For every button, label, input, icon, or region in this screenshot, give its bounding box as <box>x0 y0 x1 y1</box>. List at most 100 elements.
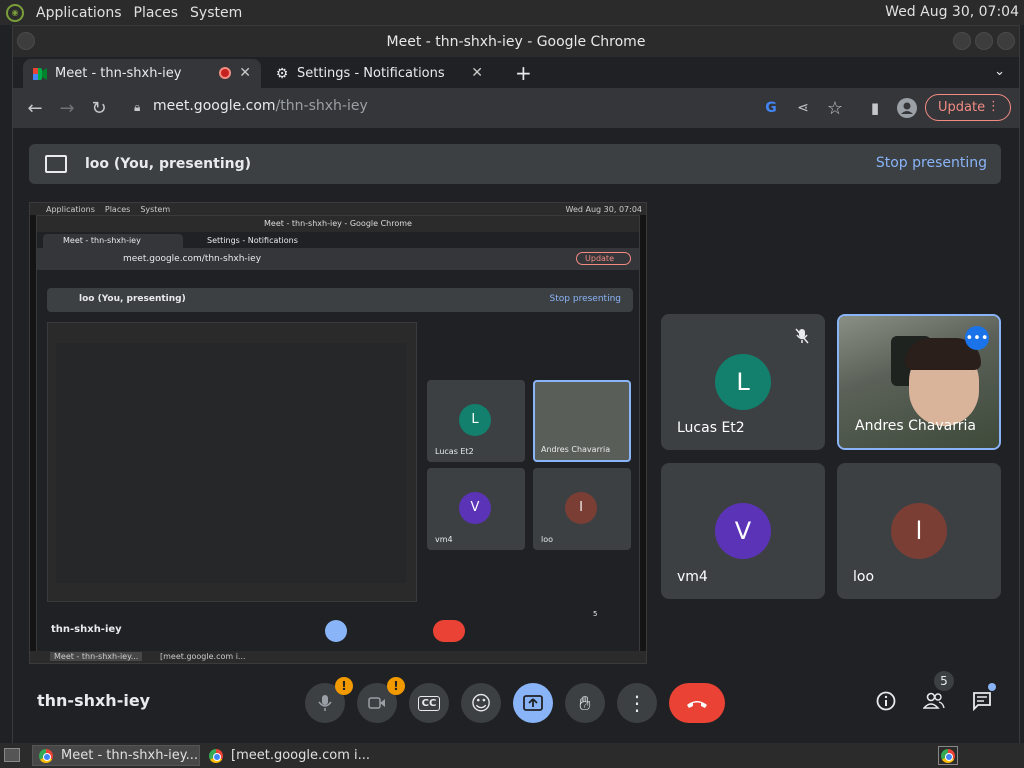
taskbar-item-meet-window[interactable]: [meet.google.com i... <box>203 745 393 766</box>
preview-presenting-label: loo (You, presenting) <box>79 294 186 304</box>
tab-meet[interactable]: Meet - thn-shxh-iey ✕ <box>23 59 261 88</box>
recording-icon <box>219 67 231 79</box>
url-path: /thn-shxh-iey <box>275 98 368 114</box>
lock-icon[interactable]: 🔒︎ <box>134 100 140 115</box>
window-titlebar[interactable]: Meet - thn-shxh-iey - Google Chrome <box>13 26 1019 57</box>
applications-menu[interactable]: Applications <box>36 5 122 21</box>
update-button[interactable]: Update ⋮ <box>925 94 1011 121</box>
microphone-button[interactable]: ! <box>305 677 353 723</box>
participant-tile-loo[interactable]: l loo <box>837 463 1001 599</box>
participant-tile-lucas[interactable]: L Lucas Et2 <box>661 314 825 450</box>
back-icon[interactable]: ← <box>24 97 46 119</box>
browser-toolbar: ← → ↻ 🔒︎ meet.google.com/thn-shxh-iey G … <box>13 88 1019 128</box>
preview-menu: System <box>140 204 171 214</box>
screenshare-preview: Applications Places System Wed Aug 30, 0… <box>29 202 647 664</box>
tab-strip: Meet - thn-shxh-iey ✕ ⚙ Settings - Notif… <box>13 57 1019 88</box>
preview-window: Meet - thn-shxh-iey - Google Chrome Meet… <box>36 215 640 655</box>
preview-menu: Applications <box>46 204 95 214</box>
preview-title: Meet - thn-shxh-iey - Google Chrome <box>37 216 639 232</box>
reload-icon[interactable]: ↻ <box>88 97 110 119</box>
chevron-down-icon[interactable]: ⌄ <box>994 64 1005 79</box>
participant-tile-vm4[interactable]: V vm4 <box>661 463 825 599</box>
preview-tile: L Lucas Et2 <box>427 380 525 462</box>
captions-button[interactable]: CC <box>409 683 449 723</box>
meeting-controls: thn-shxh-iey ! ! CC ☺ ✋︎ ⋮ 5 <box>13 671 1019 731</box>
emoji-button[interactable]: ☺ <box>461 683 501 723</box>
show-desktop-icon[interactable] <box>4 748 20 762</box>
mic-off-icon <box>795 328 809 348</box>
tab-settings-label: Settings - Notifications <box>297 66 445 81</box>
present-now-button[interactable] <box>513 683 553 723</box>
present-screen-icon <box>45 155 67 173</box>
chrome-icon <box>39 748 53 763</box>
raise-hand-button[interactable]: ✋︎ <box>565 683 605 723</box>
close-tab-icon[interactable]: ✕ <box>239 65 251 81</box>
bookmark-star-icon[interactable]: ☆ <box>824 97 846 119</box>
chat-notification-dot <box>988 683 996 691</box>
participant-name: Lucas Et2 <box>677 420 745 436</box>
distro-logo-icon[interactable]: ◉ <box>6 3 24 22</box>
captions-icon: CC <box>417 695 441 711</box>
forward-icon[interactable]: → <box>56 97 78 119</box>
more-options-icon[interactable]: ••• <box>965 326 989 350</box>
preview-nested-screen <box>47 322 417 602</box>
profile-avatar-icon[interactable] <box>896 97 918 119</box>
preview-tile: Andres Chavarria <box>533 380 631 462</box>
system-menu[interactable]: System <box>190 5 242 21</box>
preview-presenting-banner: loo (You, presenting) Stop presenting <box>47 288 633 312</box>
google-lens-icon[interactable]: G <box>760 97 782 119</box>
participant-tile-andres[interactable]: ••• Andres Chavarria <box>837 314 1001 450</box>
participant-name: Andres Chavarria <box>855 418 976 434</box>
mic-warning-badge: ! <box>335 677 353 695</box>
close-tab-icon[interactable]: ✕ <box>471 65 483 81</box>
leave-call-button[interactable] <box>669 683 725 723</box>
camera-button[interactable]: ! <box>357 677 405 723</box>
meet-content: loo (You, presenting) Stop presenting Ap… <box>13 128 1019 743</box>
emoji-icon: ☺ <box>470 691 492 715</box>
meeting-details-button[interactable] <box>874 689 898 713</box>
meet-favicon-icon <box>33 67 47 81</box>
window-title: Meet - thn-shxh-iey - Google Chrome <box>386 33 646 50</box>
more-options-button[interactable]: ⋮ <box>617 683 657 723</box>
address-bar[interactable]: meet.google.com/thn-shxh-iey <box>153 98 368 114</box>
participant-name: vm4 <box>677 569 708 585</box>
window-menu-icon[interactable] <box>17 32 35 50</box>
people-button[interactable] <box>922 689 946 713</box>
avatar: l <box>891 503 947 559</box>
gear-icon: ⚙ <box>275 65 289 82</box>
presenting-banner: loo (You, presenting) Stop presenting <box>29 144 1001 184</box>
participant-name: loo <box>853 569 875 585</box>
taskbar-item-meet[interactable]: Meet - thn-shxh-iey... <box>32 745 200 766</box>
tab-settings[interactable]: ⚙ Settings - Notifications ✕ <box>265 59 493 88</box>
avatar: V <box>715 503 771 559</box>
clock[interactable]: Wed Aug 30, 07:04 <box>885 4 1019 20</box>
side-panel-icon[interactable]: ▮ <box>864 97 886 119</box>
taskbar-label: Meet - thn-shxh-iey... <box>61 748 199 763</box>
close-window-icon[interactable] <box>997 32 1015 50</box>
preview-nested-window <box>56 343 406 583</box>
desktop-taskbar: Meet - thn-shxh-iey... [meet.google.com … <box>0 743 1024 768</box>
maximize-icon[interactable] <box>975 32 993 50</box>
preview-tile: V vm4 <box>427 468 525 550</box>
tab-meet-label: Meet - thn-shxh-iey <box>55 66 182 81</box>
browser-window: Meet - thn-shxh-iey - Google Chrome Meet… <box>12 25 1020 743</box>
preview-top-bar: Applications Places System Wed Aug 30, 0… <box>30 203 646 215</box>
more-vert-icon: ⋮ <box>627 691 647 715</box>
hand-icon: ✋︎ <box>579 691 591 715</box>
new-tab-icon[interactable]: + <box>515 61 532 85</box>
camera-warning-badge: ! <box>387 677 405 695</box>
desktop-top-bar: ◉ Applications Places System Wed Aug 30,… <box>0 0 1024 25</box>
preview-menu: Places <box>104 204 131 214</box>
preview-toolbar: meet.google.com/thn-shxh-iey Update <box>37 248 639 270</box>
workspace-chrome-icon[interactable] <box>938 746 958 765</box>
preview-tile: l loo <box>533 468 631 550</box>
preview-url: meet.google.com/thn-shxh-iey <box>123 254 262 264</box>
chat-button[interactable] <box>970 683 996 713</box>
avatar: L <box>715 354 771 410</box>
stop-presenting-button[interactable]: Stop presenting <box>876 155 987 171</box>
share-icon[interactable]: ⋖ <box>792 97 814 119</box>
places-menu[interactable]: Places <box>134 5 179 21</box>
minimize-icon[interactable] <box>953 32 971 50</box>
preview-tab: Meet - thn-shxh-iey <box>43 234 183 248</box>
update-label: Update <box>938 100 986 115</box>
